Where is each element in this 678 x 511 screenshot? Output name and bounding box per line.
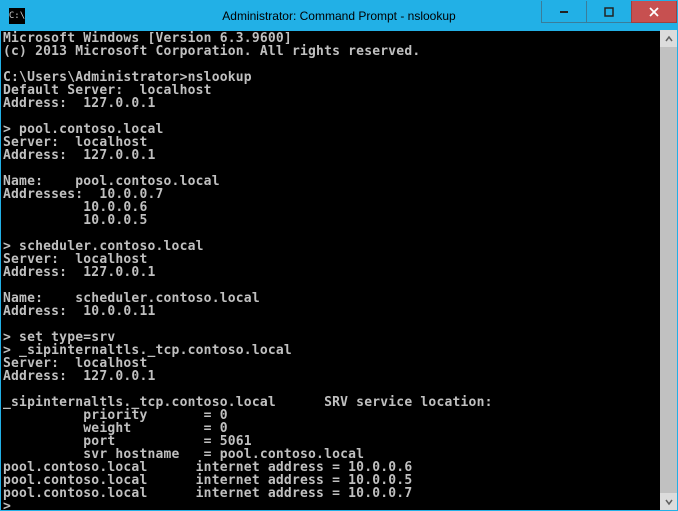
minimize-button[interactable] [541,1,587,23]
caption-buttons [542,1,677,23]
scroll-down-button[interactable] [660,493,677,510]
scrollbar-thumb[interactable] [660,47,677,493]
minimize-icon [559,7,569,17]
command-prompt-window: C:\ Administrator: Command Prompt - nslo… [0,0,678,511]
chevron-down-icon [665,498,673,506]
vertical-scrollbar[interactable] [660,30,677,510]
titlebar[interactable]: C:\ Administrator: Command Prompt - nslo… [1,1,677,31]
scroll-up-button[interactable] [660,30,677,47]
maximize-button[interactable] [586,1,632,23]
close-button[interactable] [631,1,677,23]
app-icon: C:\ [9,8,25,24]
scrollbar-track[interactable] [660,47,677,493]
close-icon [649,7,659,17]
maximize-icon [604,7,614,17]
terminal-output[interactable]: Microsoft Windows [Version 6.3.9600] (c)… [1,31,677,510]
chevron-up-icon [665,35,673,43]
